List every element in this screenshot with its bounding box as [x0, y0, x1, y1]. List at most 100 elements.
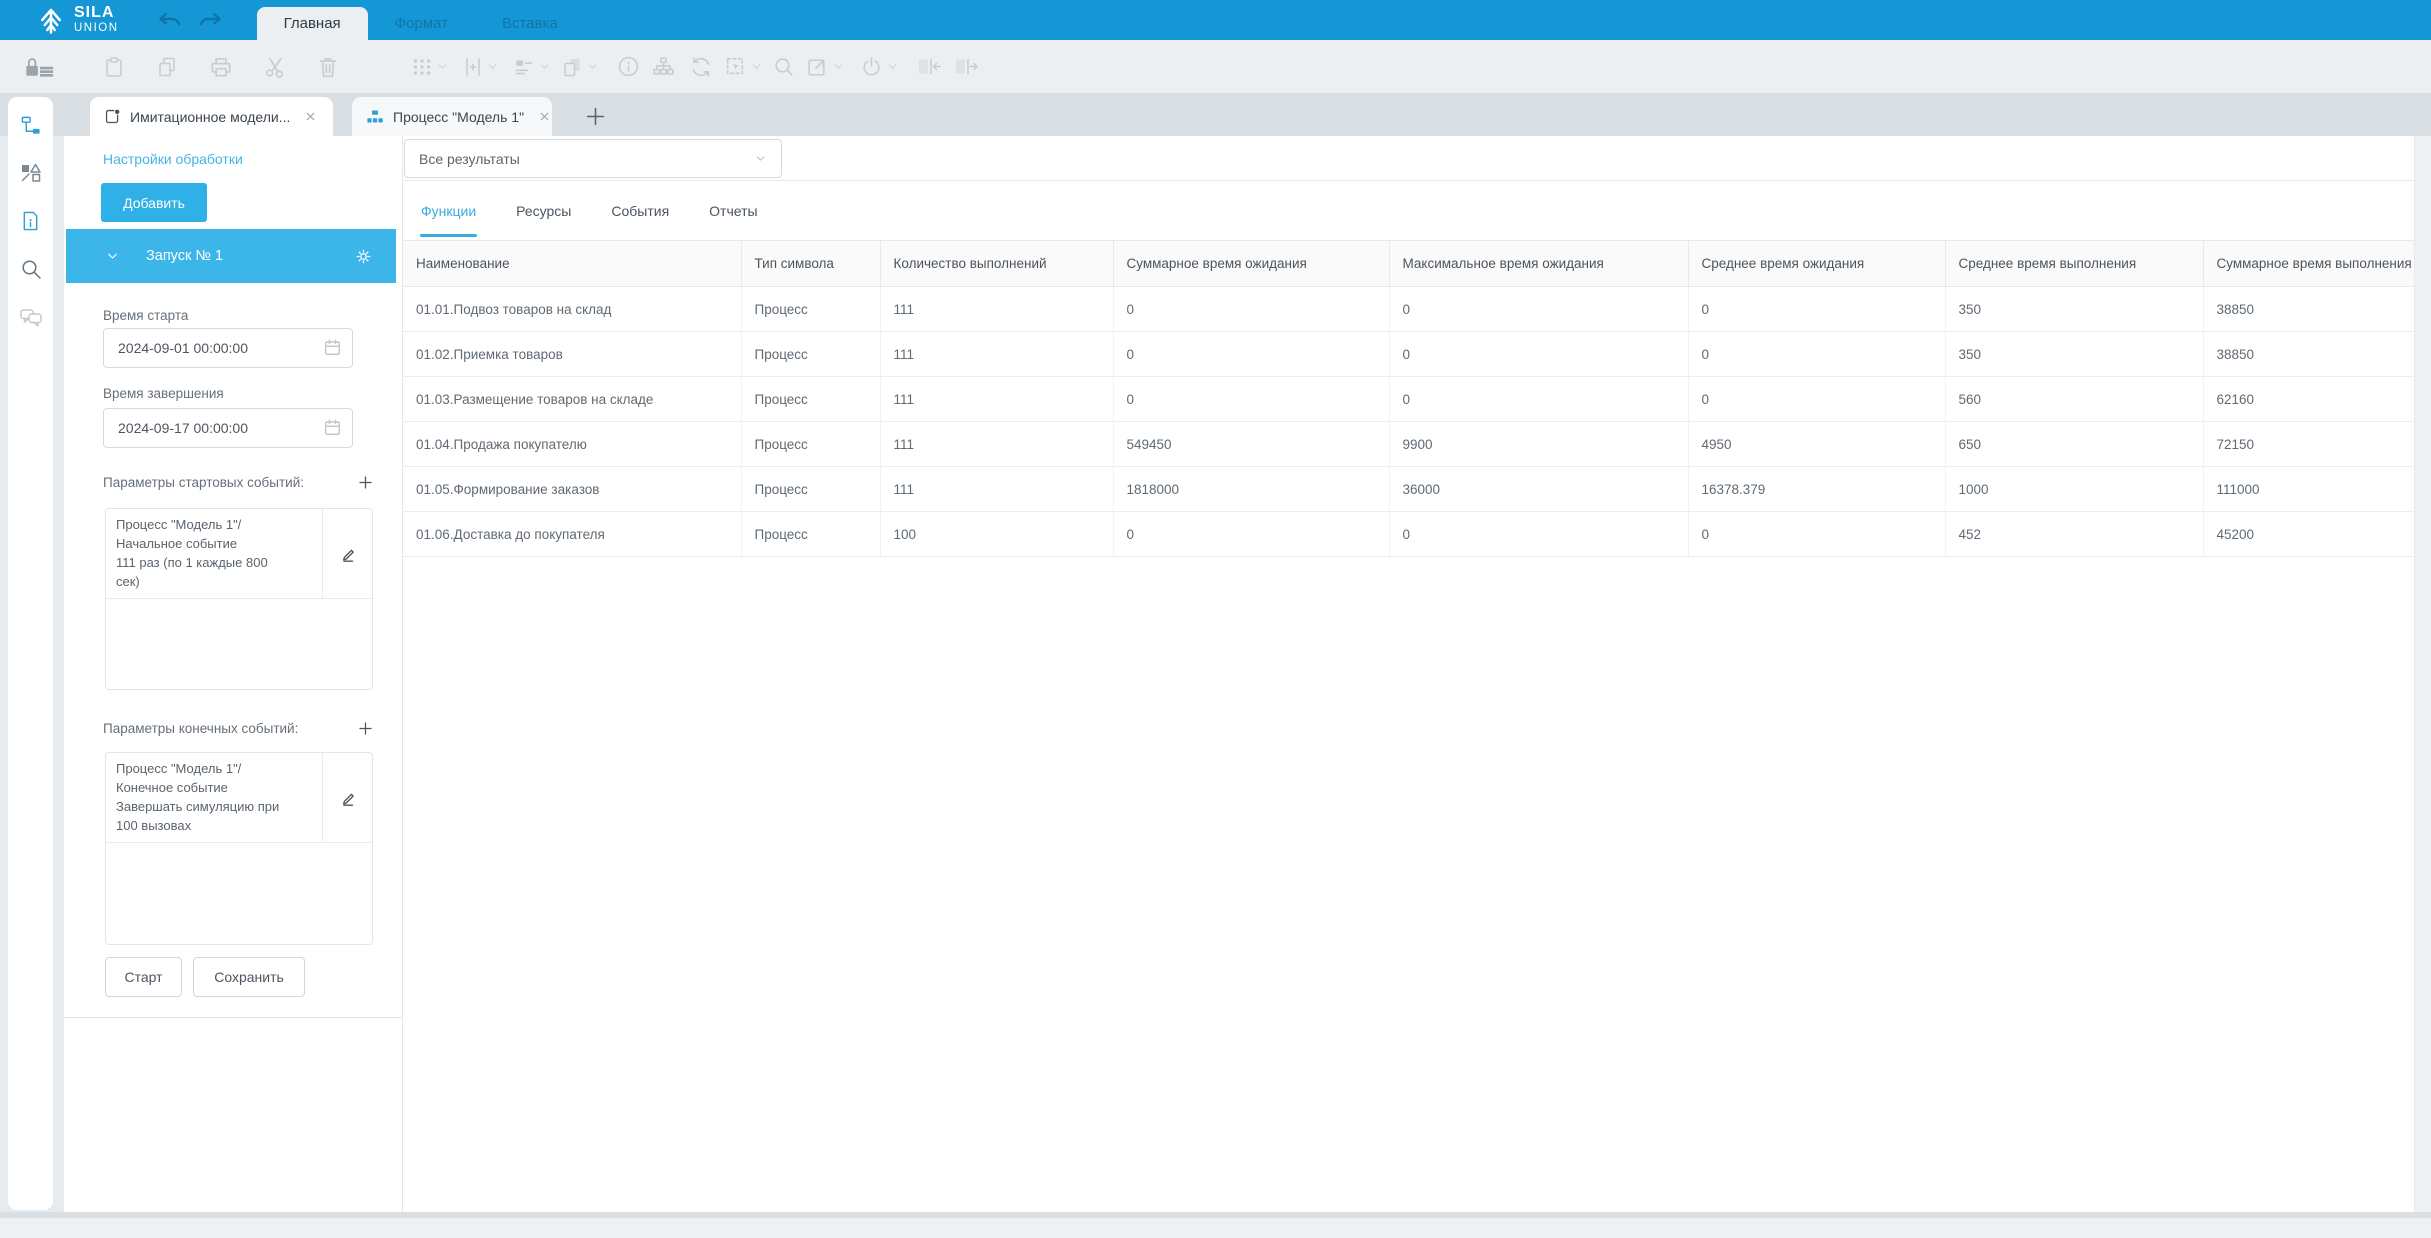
menu-tab-insert[interactable]: Вставка: [475, 7, 585, 40]
column-header-4[interactable]: Максимальное время ожидания: [1389, 240, 1689, 287]
select-area-icon[interactable]: [724, 55, 747, 78]
close-icon[interactable]: [302, 108, 319, 125]
column-header-1[interactable]: Тип символа: [741, 240, 881, 287]
collapse-right-panel-icon[interactable]: [953, 55, 979, 78]
table-row[interactable]: 01.04.Продажа покупателю Процесс 111 549450…: [403, 421, 2415, 467]
start-events-section: Параметры стартовых событий:: [103, 474, 374, 491]
copy-icon[interactable]: [156, 55, 178, 79]
run-header[interactable]: Запуск № 1: [66, 229, 396, 283]
table-cell: 36000: [1389, 466, 1689, 512]
redo-icon[interactable]: [197, 12, 223, 29]
comments-icon[interactable]: [19, 306, 43, 328]
shapes-icon[interactable]: [19, 162, 43, 184]
tab-events[interactable]: События: [610, 181, 670, 240]
open-external-chevron-icon[interactable]: [832, 60, 845, 73]
doc-tab-process-model[interactable]: Процесс "Модель 1": [352, 97, 552, 136]
power-icon[interactable]: [860, 55, 883, 78]
model-tree-icon[interactable]: [19, 114, 43, 136]
grid-dots-chevron-icon[interactable]: [436, 60, 449, 73]
column-header-0[interactable]: Наименование: [403, 240, 742, 287]
processing-settings-link[interactable]: Настройки обработки: [103, 151, 243, 167]
collapse-left-panel-icon[interactable]: [916, 55, 942, 78]
info-icon[interactable]: [617, 55, 640, 78]
table-cell: 72150: [2203, 421, 2415, 467]
close-icon[interactable]: [536, 108, 553, 125]
tab-reports[interactable]: Отчеты: [708, 181, 758, 240]
results-head-row: Наименование Тип символа Количество выполн…: [403, 240, 2415, 287]
vertical-scrollbar[interactable]: [2414, 136, 2431, 1212]
cut-icon[interactable]: [264, 55, 286, 79]
table-cell: 16378.379: [1688, 466, 1946, 512]
column-header-7[interactable]: Суммарное время выполнения: [2203, 240, 2415, 287]
align-icon[interactable]: [513, 56, 535, 78]
select-area-chevron-icon[interactable]: [750, 60, 763, 73]
results-table: Наименование Тип символа Количество выполн…: [403, 240, 2415, 557]
paste-icon[interactable]: [103, 55, 125, 79]
table-cell: 111: [880, 466, 1114, 512]
column-header-2[interactable]: Количество выполнений: [880, 240, 1114, 287]
panel-divider: [64, 1017, 402, 1018]
document-tabstrip: Имитационное модели... Процесс "Модель 1…: [0, 93, 2431, 136]
end-event-text: Процесс "Модель 1"/ Конечное событие Зав…: [106, 753, 323, 843]
undo-icon[interactable]: [157, 12, 183, 29]
run-header-label: Запуск № 1: [146, 248, 224, 264]
table-row[interactable]: 01.06.Доставка до покупателя Процесс 100 0 0…: [403, 511, 2415, 557]
lock-list-icon[interactable]: [23, 55, 57, 79]
table-cell: 01.05.Формирование заказов: [403, 466, 742, 512]
start-time-input[interactable]: [103, 328, 353, 368]
refresh-icon[interactable]: [689, 55, 713, 79]
table-cell: 38850: [2203, 331, 2415, 377]
layers-icon[interactable]: [561, 55, 583, 79]
add-run-button[interactable]: Добавить: [101, 183, 207, 222]
insert-object-icon[interactable]: [463, 55, 483, 79]
open-external-icon[interactable]: [806, 55, 829, 78]
start-events-label: Параметры стартовых событий:: [103, 475, 304, 490]
table-row[interactable]: 01.05.Формирование заказов Процесс 111 1818…: [403, 466, 2415, 512]
delete-icon[interactable]: [317, 55, 339, 79]
hierarchy-icon[interactable]: [652, 55, 675, 79]
table-cell: 111: [880, 421, 1114, 467]
end-events-section: Параметры конечных событий:: [103, 720, 374, 737]
calendar-icon[interactable]: [323, 338, 342, 362]
tab-functions[interactable]: Функции: [420, 181, 478, 240]
layers-chevron-icon[interactable]: [586, 60, 599, 73]
insert-object-chevron-icon[interactable]: [486, 60, 499, 73]
start-button[interactable]: Старт: [105, 957, 182, 997]
zoom-search-icon[interactable]: [772, 55, 795, 78]
gear-icon[interactable]: [355, 248, 372, 265]
column-header-5[interactable]: Среднее время ожидания: [1688, 240, 1946, 287]
results-tabs: Функции Ресурсы События Отчеты: [403, 181, 2431, 240]
table-row[interactable]: 01.03.Размещение товаров на складе Процес…: [403, 376, 2415, 422]
add-tab-button[interactable]: [585, 106, 606, 127]
menu-tab-format[interactable]: Формат: [368, 7, 475, 40]
calendar-icon[interactable]: [323, 418, 342, 442]
table-cell: 0: [1113, 511, 1390, 557]
tab-resources[interactable]: Ресурсы: [515, 181, 572, 240]
save-button[interactable]: Сохранить: [193, 957, 305, 997]
end-events-list: Процесс "Модель 1"/ Конечное событие Зав…: [105, 752, 373, 945]
list-item[interactable]: Процесс "Модель 1"/ Начальное событие 11…: [106, 509, 372, 600]
column-header-3[interactable]: Суммарное время ожидания: [1113, 240, 1390, 287]
table-row[interactable]: 01.02.Приемка товаров Процесс 111 0 0 0 350 388…: [403, 331, 2415, 377]
table-row[interactable]: 01.01.Подвоз товаров на склад Процесс 111 0…: [403, 286, 2415, 332]
table-cell: 111000: [2203, 466, 2415, 512]
edit-icon[interactable]: [323, 753, 372, 842]
search-icon[interactable]: [19, 258, 43, 280]
print-icon[interactable]: [209, 55, 233, 79]
end-time-input[interactable]: [103, 408, 353, 448]
results-filter-select[interactable]: Все результаты: [404, 139, 782, 178]
add-start-event-button[interactable]: [357, 474, 374, 491]
table-cell: 01.01.Подвоз товаров на склад: [403, 286, 742, 332]
add-end-event-button[interactable]: [357, 720, 374, 737]
list-item[interactable]: Процесс "Модель 1"/ Конечное событие Зав…: [106, 753, 372, 844]
align-chevron-icon[interactable]: [538, 60, 551, 73]
menu-tab-home[interactable]: Главная: [256, 7, 368, 40]
table-cell: 62160: [2203, 376, 2415, 422]
document-info-icon[interactable]: [19, 210, 43, 232]
doc-tab-simulation[interactable]: Имитационное модели...: [90, 97, 333, 136]
column-header-6[interactable]: Среднее время выполнения: [1945, 240, 2204, 287]
power-chevron-icon[interactable]: [886, 60, 899, 73]
grid-dots-icon[interactable]: [411, 56, 433, 78]
top-app-bar: SILA UNION Главная Формат Вставка: [0, 0, 2431, 40]
edit-icon[interactable]: [323, 509, 372, 598]
